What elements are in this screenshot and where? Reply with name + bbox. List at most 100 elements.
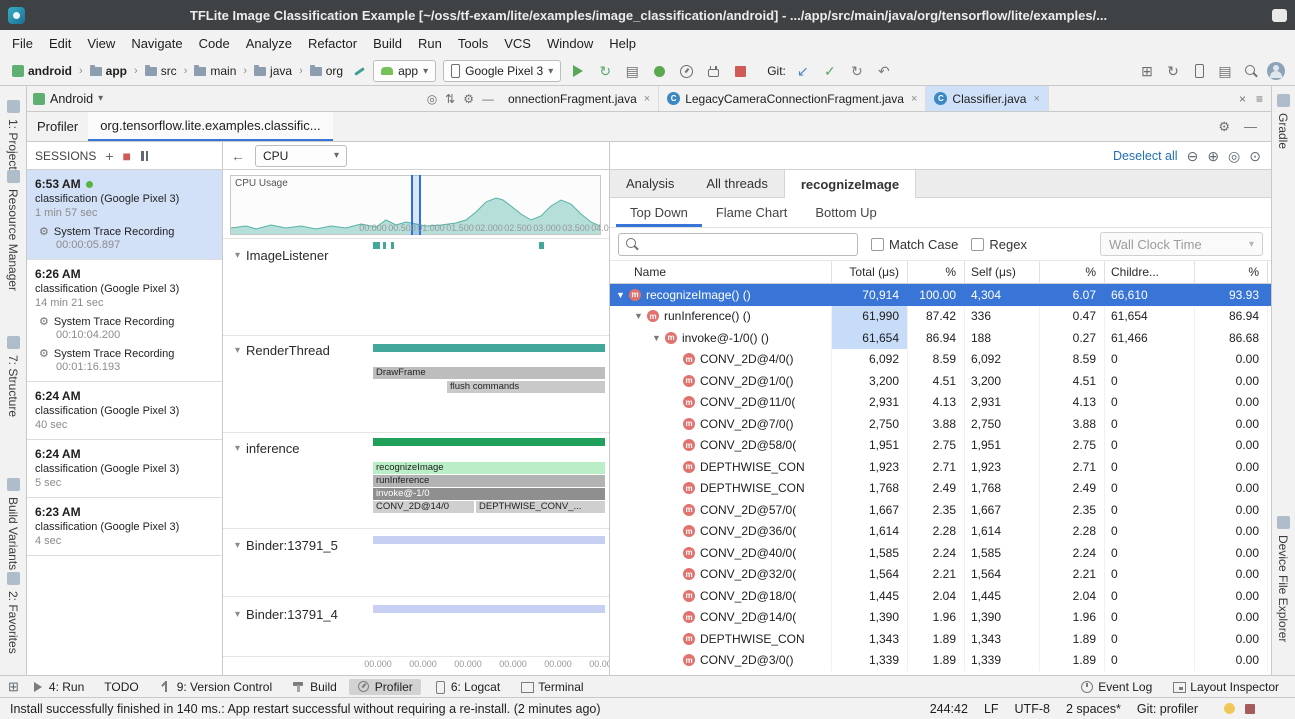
- vcs-history-button[interactable]: ↻: [847, 61, 867, 81]
- run-configuration-select[interactable]: app ▾: [373, 60, 436, 82]
- menu-build[interactable]: Build: [365, 33, 410, 54]
- tool-window-button-4-run[interactable]: 4: Run: [23, 679, 92, 695]
- menu-window[interactable]: Window: [539, 33, 601, 54]
- status-encoding[interactable]: UTF-8: [1015, 702, 1050, 716]
- table-row[interactable]: mDEPTHWISE_CON1,7682.491,7682.4900.00: [610, 478, 1271, 500]
- thread-renderthread[interactable]: ▾RenderThread: [235, 343, 330, 358]
- tool-window-button-terminal[interactable]: Terminal: [512, 679, 591, 695]
- sdk-manager-icon[interactable]: ▤: [1215, 61, 1235, 81]
- attach-debugger-button[interactable]: [703, 61, 723, 81]
- tool-window-button-event-log[interactable]: Event Log: [1072, 679, 1160, 695]
- status-caret-position[interactable]: 244:42: [930, 702, 968, 716]
- breadcrumb-android[interactable]: android: [10, 63, 74, 79]
- subtab-flame-chart[interactable]: Flame Chart: [702, 198, 802, 227]
- close-tab-icon[interactable]: ×: [1033, 93, 1039, 105]
- reset-zoom-icon[interactable]: ◎: [1228, 149, 1240, 163]
- trace-span-depthwise-conv[interactable]: DEPTHWISE_CONV_...: [476, 501, 605, 513]
- expand-collapse-icon[interactable]: ⇅: [445, 92, 455, 106]
- table-row[interactable]: mCONV_2D@57/0(1,6672.351,6672.3500.00: [610, 499, 1271, 521]
- status-message[interactable]: Install successfully finished in 140 ms.…: [10, 702, 930, 716]
- menu-view[interactable]: View: [79, 33, 123, 54]
- analysis-tab-recognizeimage[interactable]: recognizeImage: [784, 170, 916, 198]
- profiler-tool-label[interactable]: Profiler: [27, 112, 88, 141]
- table-row[interactable]: mCONV_2D@11/0(2,9314.132,9314.1300.00: [610, 392, 1271, 414]
- table-row[interactable]: mCONV_2D@14/0(1,3901.961,3901.9600.00: [610, 607, 1271, 629]
- stop-button[interactable]: [730, 61, 750, 81]
- new-session-icon[interactable]: +: [105, 149, 113, 163]
- table-row[interactable]: mCONV_2D@3/0()1,3391.891,3391.8900.00: [610, 650, 1271, 672]
- breadcrumb-org[interactable]: org: [308, 63, 345, 79]
- menu-file[interactable]: File: [4, 33, 41, 54]
- session-item[interactable]: 6:24 AMclassification (Google Pixel 3)40…: [27, 382, 222, 440]
- menu-edit[interactable]: Edit: [41, 33, 79, 54]
- close-icon[interactable]: ×: [1239, 92, 1246, 106]
- tool-button-resource-manager[interactable]: Resource Manager: [6, 170, 20, 291]
- session-artifact[interactable]: ⚙System Trace Recording: [27, 343, 222, 360]
- session-item[interactable]: 6:26 AMclassification (Google Pixel 3)14…: [27, 260, 222, 382]
- expander-icon[interactable]: ▼: [652, 333, 665, 343]
- vcs-revert-button[interactable]: ↶: [874, 61, 894, 81]
- gradle-sync-icon[interactable]: ↻: [1163, 61, 1183, 81]
- minimize-icon[interactable]: —: [1244, 119, 1257, 134]
- session-item[interactable]: 6:53 AMclassification (Google Pixel 3)1 …: [27, 170, 222, 260]
- tool-button-7-structure[interactable]: 7: Structure: [6, 336, 20, 417]
- expander-icon[interactable]: ▼: [634, 311, 647, 321]
- table-row[interactable]: mCONV_2D@32/0(1,5642.211,5642.2100.00: [610, 564, 1271, 586]
- profile-avatar[interactable]: [1267, 62, 1285, 80]
- tool-window-button-profiler[interactable]: Profiler: [349, 679, 421, 695]
- profiler-session-tab[interactable]: org.tensorflow.lite.examples.classific..…: [88, 112, 332, 141]
- apply-code-changes-button[interactable]: ▤: [622, 61, 642, 81]
- menu-run[interactable]: Run: [410, 33, 450, 54]
- tool-button-gradle[interactable]: Gradle: [1276, 94, 1290, 149]
- table-row[interactable]: mCONV_2D@40/0(1,5852.241,5852.2400.00: [610, 542, 1271, 564]
- column-header-name-0[interactable]: Name: [610, 261, 832, 283]
- session-item[interactable]: 6:23 AMclassification (Google Pixel 3)4 …: [27, 498, 222, 556]
- regex-checkbox[interactable]: [971, 238, 984, 251]
- editor-tab-classifier-java[interactable]: CClassifier.java×: [926, 86, 1048, 111]
- tool-button-1-project[interactable]: 1: Project: [6, 100, 20, 170]
- tool-window-button-todo[interactable]: TODO: [96, 679, 146, 695]
- analysis-tab-analysis[interactable]: Analysis: [610, 170, 690, 197]
- device-select[interactable]: Google Pixel 3 ▾: [443, 60, 561, 82]
- table-row[interactable]: ▼mrunInference() ()61,99087.423360.4761,…: [610, 306, 1271, 328]
- deselect-all-link[interactable]: Deselect all: [1113, 149, 1178, 163]
- table-row[interactable]: mCONV_2D@1/0()3,2004.513,2004.5100.00: [610, 370, 1271, 392]
- profile-button[interactable]: [676, 61, 696, 81]
- table-row[interactable]: mCONV_2D@58/0(1,9512.751,9512.7500.00: [610, 435, 1271, 457]
- menu-navigate[interactable]: Navigate: [123, 33, 190, 54]
- column-header-childre-5[interactable]: Childre...: [1105, 261, 1195, 283]
- tool-button-device-file-explorer[interactable]: Device File Explorer: [1276, 516, 1290, 642]
- table-row[interactable]: mCONV_2D@18/0(1,4452.041,4452.0400.00: [610, 585, 1271, 607]
- device-manager-icon[interactable]: [1189, 61, 1209, 81]
- expander-icon[interactable]: ▼: [616, 290, 629, 300]
- close-tab-icon[interactable]: ×: [911, 93, 917, 105]
- subtab-top-down[interactable]: Top Down: [616, 198, 702, 227]
- status-git-branch[interactable]: Git: profiler: [1137, 702, 1198, 716]
- tool-button-build-variants[interactable]: Build Variants: [6, 478, 20, 570]
- column-header--6[interactable]: %: [1195, 261, 1268, 283]
- trace-span-drawframe[interactable]: DrawFrame: [373, 367, 605, 379]
- table-row[interactable]: ▼minvoke@-1/0() ()61,65486.941880.2761,4…: [610, 327, 1271, 349]
- zoom-to-selection-icon[interactable]: ⊙: [1249, 149, 1261, 163]
- window-control-button[interactable]: [1272, 9, 1287, 22]
- table-row[interactable]: mCONV_2D@4/0()6,0928.596,0928.5900.00: [610, 349, 1271, 371]
- match-case-checkbox[interactable]: [871, 238, 884, 251]
- run-button[interactable]: [568, 61, 588, 81]
- breadcrumb-src[interactable]: src: [143, 63, 179, 79]
- gear-icon[interactable]: ⚙: [1218, 119, 1230, 135]
- trace-span-recognizeimage[interactable]: recognizeImage: [373, 462, 605, 474]
- project-structure-icon[interactable]: ⊞: [1137, 61, 1157, 81]
- thread-imagelistener[interactable]: ▾ImageListener: [235, 248, 328, 263]
- search-everywhere-icon[interactable]: [1241, 61, 1261, 81]
- breadcrumb-app[interactable]: app: [88, 63, 129, 79]
- zoom-out-icon[interactable]: ⊖: [1187, 149, 1199, 163]
- column-header--2[interactable]: %: [908, 261, 965, 283]
- table-row[interactable]: mDEPTHWISE_CON1,9232.711,9232.7100.00: [610, 456, 1271, 478]
- table-row[interactable]: mCONV_2D@7/0()2,7503.882,7503.8800.00: [610, 413, 1271, 435]
- vcs-commit-button[interactable]: ✓: [820, 61, 840, 81]
- tool-button-2-favorites[interactable]: 2: Favorites: [6, 572, 20, 654]
- editor-tab-legacycameraconnectionfragment-java[interactable]: CLegacyCameraConnectionFragment.java×: [659, 86, 926, 111]
- menu-refactor[interactable]: Refactor: [300, 33, 365, 54]
- project-view-selector[interactable]: Android ▾: [33, 92, 103, 106]
- column-header--4[interactable]: %: [1040, 261, 1105, 283]
